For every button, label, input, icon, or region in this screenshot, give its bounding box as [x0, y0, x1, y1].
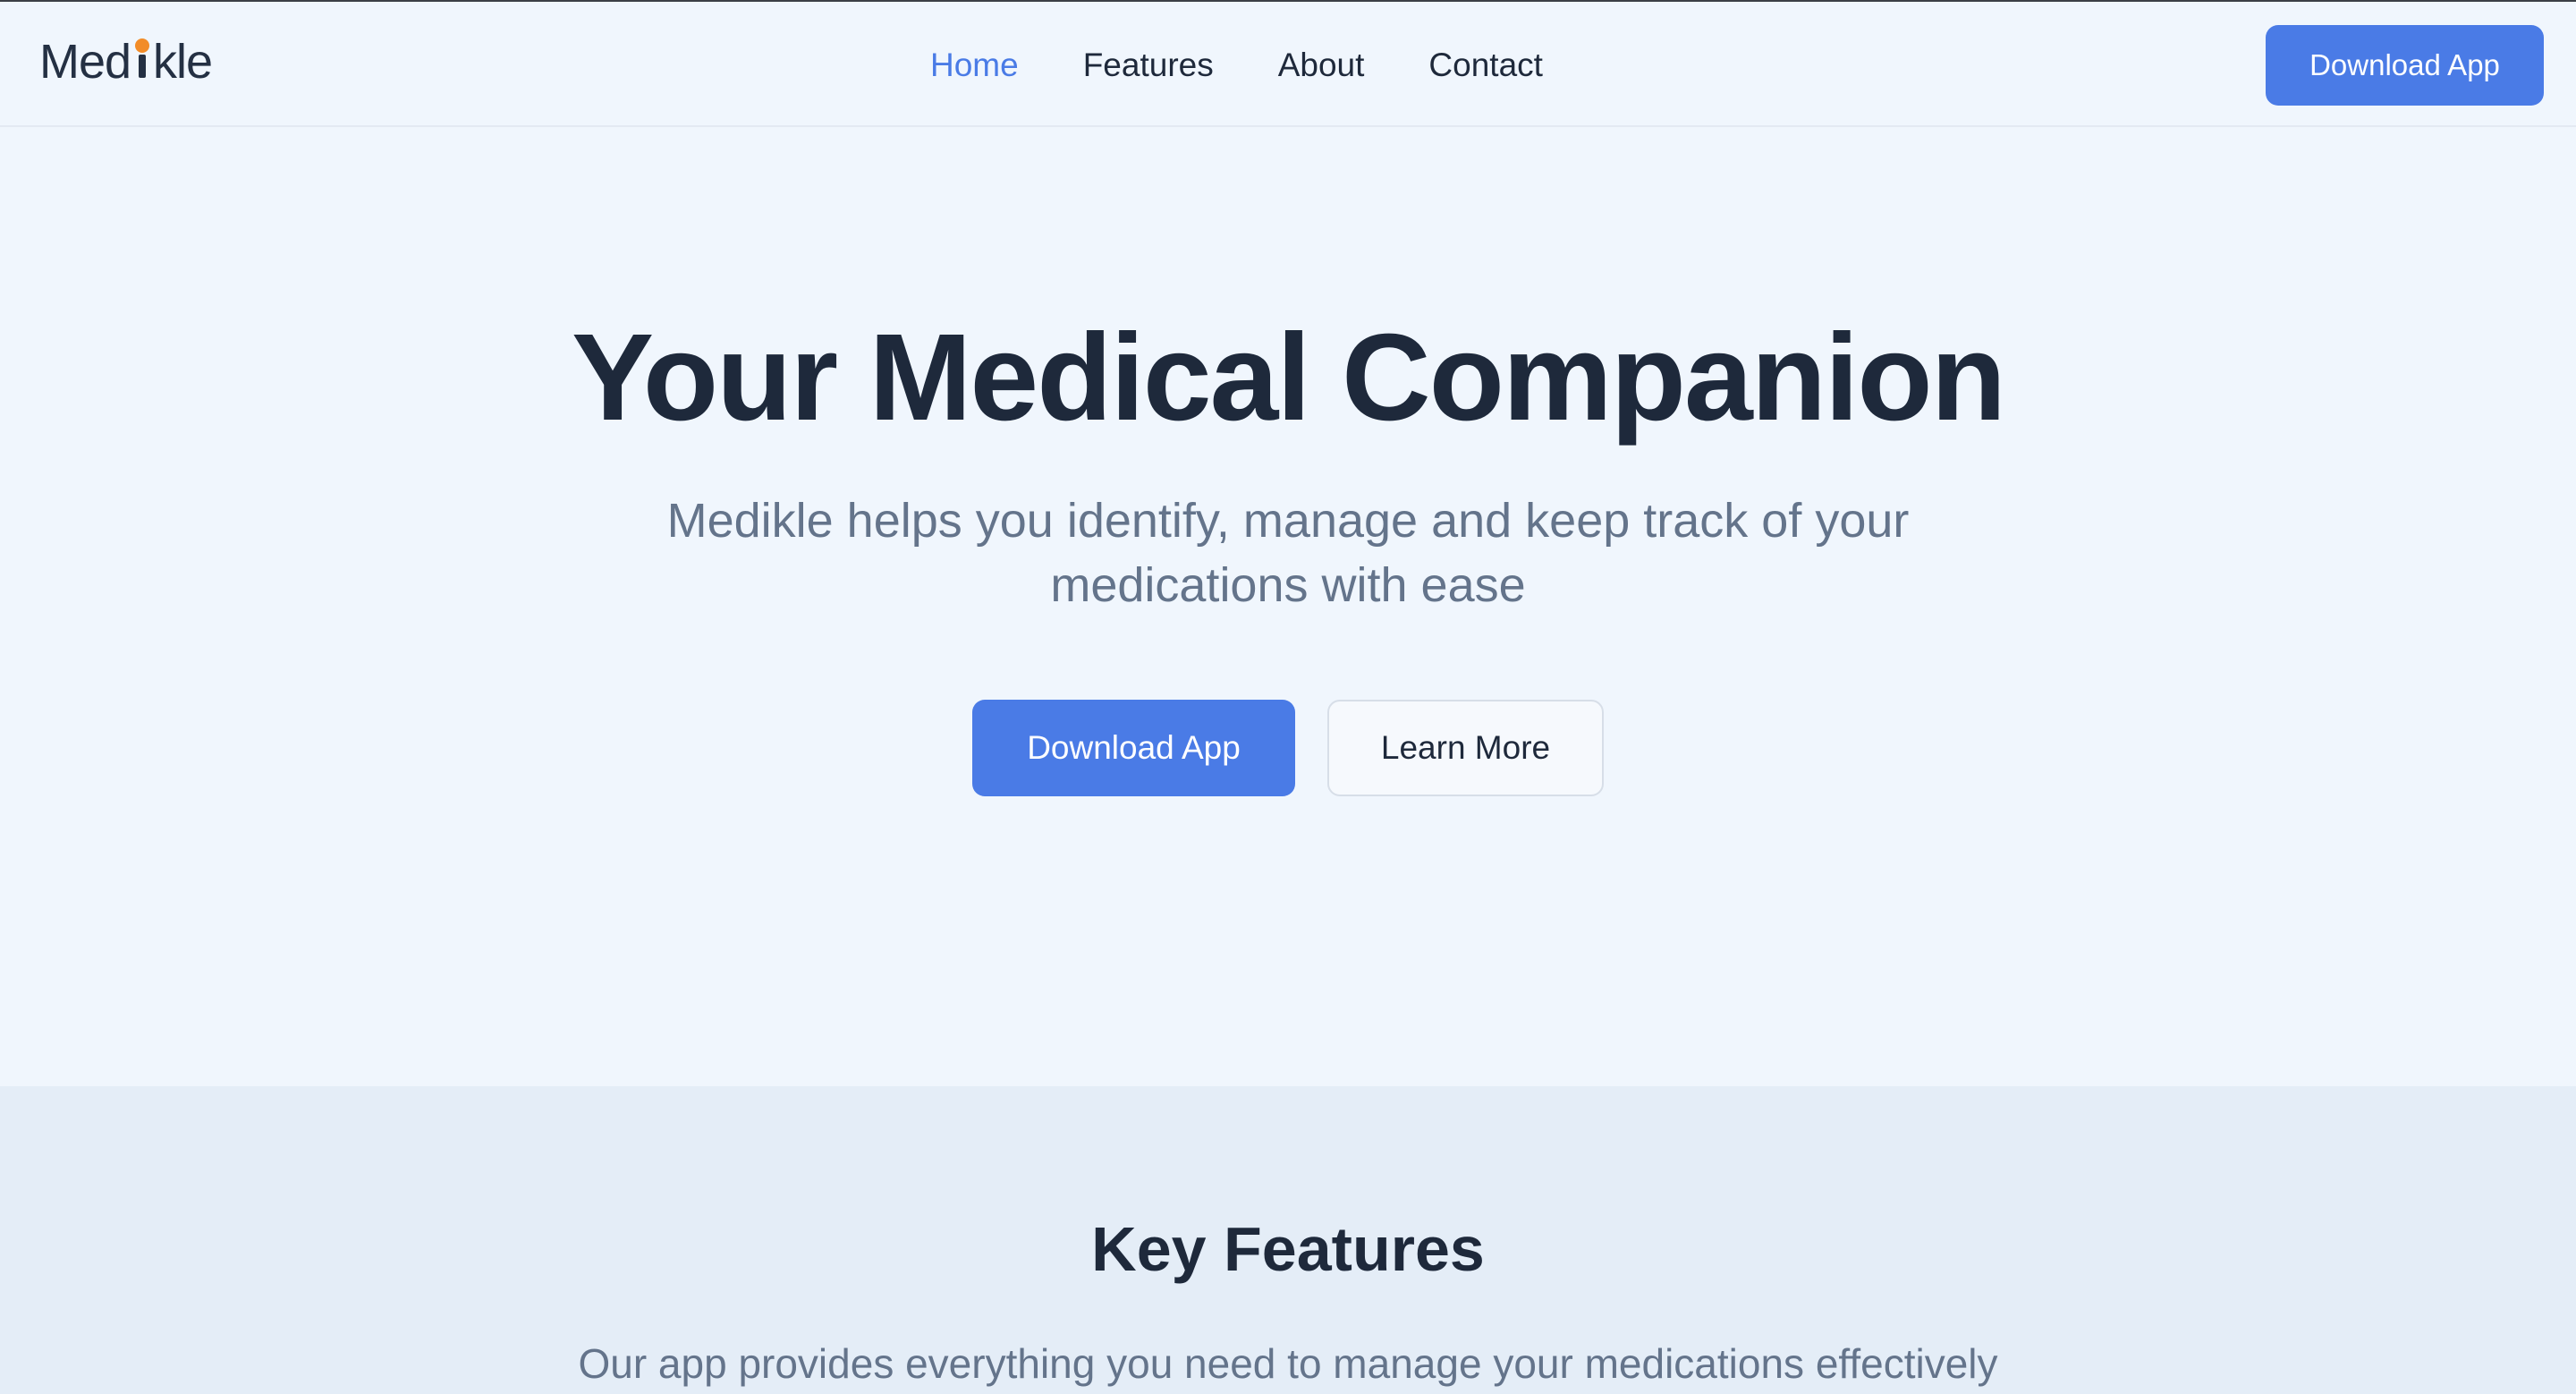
logo-orange-dot [135, 38, 150, 53]
nav-home-link[interactable]: Home [930, 41, 1019, 89]
hero-learn-more-button[interactable]: Learn More [1327, 700, 1604, 796]
hero-subtitle: Medikle helps you identify, manage and k… [666, 494, 1910, 612]
nav-download-app-button[interactable]: Download App [2266, 25, 2544, 106]
logo-i-pill-icon [134, 38, 150, 78]
hero-title: Your Medical Companion [572, 309, 2006, 446]
hero-download-app-button[interactable]: Download App [972, 700, 1295, 796]
logo-text-start: Med [39, 35, 131, 89]
logo-i-stem [139, 55, 147, 78]
top-navigation-bar: Med kle Home Features About Contact Down… [0, 2, 2576, 127]
main-navigation: Home Features About Contact [930, 41, 1543, 89]
features-title: Key Features [1091, 1214, 1485, 1284]
nav-contact-link[interactable]: Contact [1428, 41, 1543, 89]
nav-about-link[interactable]: About [1278, 41, 1365, 89]
hero-actions: Download App Learn More [972, 700, 1604, 796]
hero-section: Your Medical Companion Medikle helps you… [0, 127, 2576, 1086]
medikle-logo[interactable]: Med kle [39, 34, 213, 91]
key-features-section: Key Features Our app provides everything… [0, 1086, 2576, 1394]
features-subtitle: Our app provides everything you need to … [578, 1340, 1998, 1387]
landing-page: Med kle Home Features About Contact Down… [0, 0, 2576, 1394]
nav-features-link[interactable]: Features [1083, 41, 1214, 89]
logo-text-end: kle [153, 35, 213, 89]
